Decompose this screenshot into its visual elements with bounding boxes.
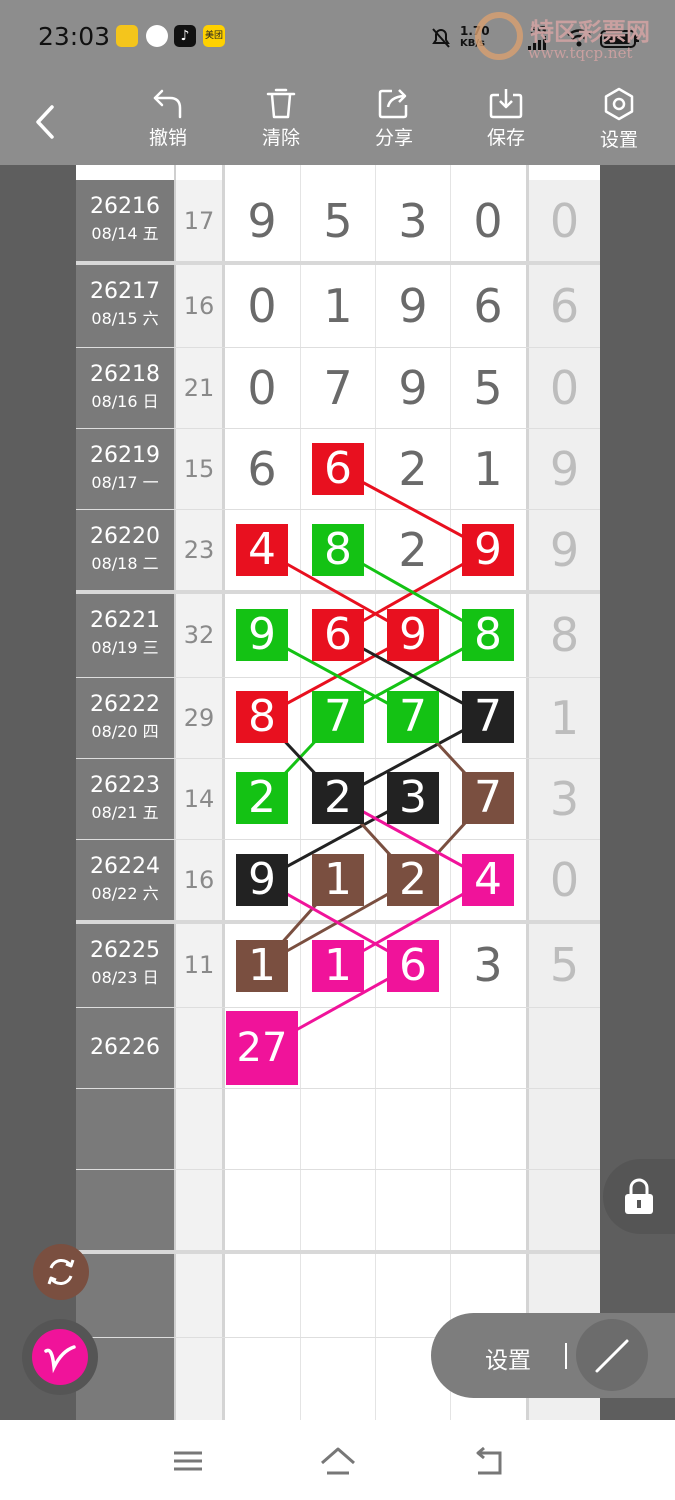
share-icon [378, 89, 408, 119]
highlight-digit[interactable]: 6 [312, 443, 364, 495]
highlight-digit[interactable]: 9 [236, 854, 288, 906]
clear-button[interactable]: 清除 [246, 85, 316, 157]
highlight-digit[interactable]: 9 [387, 609, 439, 661]
highlight-digit[interactable]: 2 [236, 772, 288, 824]
highlight-digit[interactable]: 7 [462, 691, 514, 743]
notification-app-icon [116, 25, 138, 47]
highlight-digit[interactable]: 8 [312, 524, 364, 576]
avatar-notification-icon [146, 25, 168, 47]
highlight-digit[interactable]: 1 [312, 940, 364, 992]
highlight-digit[interactable]: 4 [462, 854, 514, 906]
highlight-digit[interactable]: 6 [387, 940, 439, 992]
highlight-sum[interactable]: 27 [226, 1011, 298, 1085]
watermark-url: www.tqcp.net [528, 44, 633, 62]
undo-label: 撤销 [148, 127, 187, 149]
meituan-icon: 美团 [203, 25, 225, 47]
tiktok-icon: ♪ [174, 25, 196, 47]
share-label: 分享 [374, 127, 413, 149]
sync-icon [47, 1259, 75, 1285]
watermark-ring-icon [475, 12, 523, 60]
toolbar: 撤销 清除 分享 保存 设置 [0, 75, 675, 165]
menu-icon[interactable] [168, 1445, 208, 1477]
save-label: 保存 [486, 127, 525, 149]
highlight-digit[interactable]: 2 [312, 772, 364, 824]
settings-hexagon-icon [604, 87, 634, 121]
clear-label: 清除 [261, 127, 300, 149]
pen-button[interactable] [32, 1329, 88, 1385]
home-icon[interactable] [318, 1445, 358, 1477]
undo-icon [153, 89, 182, 119]
sync-button[interactable] [33, 1244, 89, 1300]
status-bar: 23:03 ♪ 美团 1.70 KB/s 5G 特区彩票网 www.tqcp.n… [0, 0, 675, 75]
system-navigation-bar [0, 1420, 675, 1500]
highlight-digit[interactable]: 7 [312, 691, 364, 743]
highlight-digit[interactable]: 7 [387, 691, 439, 743]
highlight-digit[interactable]: 8 [236, 691, 288, 743]
pill-divider [565, 1343, 567, 1369]
line-tool-button[interactable] [573, 1313, 651, 1398]
highlight-digit[interactable]: 6 [312, 609, 364, 661]
highlight-digit[interactable]: 2 [387, 854, 439, 906]
trash-icon [266, 88, 296, 119]
settings-label: 设置 [599, 129, 638, 151]
back-arrow-icon[interactable] [30, 102, 60, 142]
lock-button[interactable] [603, 1159, 675, 1234]
save-button[interactable]: 保存 [471, 85, 541, 157]
highlight-digit[interactable]: 7 [462, 772, 514, 824]
settings-pill-label[interactable]: 设置 [485, 1341, 531, 1375]
highlight-digit[interactable]: 1 [312, 854, 364, 906]
pen-icon [44, 1345, 76, 1374]
status-time: 23:03 [38, 22, 111, 51]
download-icon [489, 89, 523, 119]
lottery-grid[interactable]: 26216 08/14 五 17 9 5 3 0 0 26217 08/15 六… [76, 165, 600, 1420]
settings-button[interactable]: 设置 [584, 85, 654, 157]
highlight-digit[interactable]: 4 [236, 524, 288, 576]
back-icon[interactable] [468, 1445, 508, 1477]
highlight-digit[interactable]: 1 [236, 940, 288, 992]
highlight-digit[interactable]: 3 [387, 772, 439, 824]
highlight-digit[interactable]: 9 [462, 524, 514, 576]
highlight-digit[interactable]: 9 [236, 609, 288, 661]
settings-pill: 设置 [431, 1313, 675, 1398]
watermark-title: 特区彩票网 [530, 17, 650, 46]
share-button[interactable]: 分享 [359, 85, 429, 157]
lock-icon [625, 1178, 653, 1214]
undo-button[interactable]: 撤销 [133, 85, 203, 157]
watermark-logo: 特区彩票网 www.tqcp.net [470, 10, 670, 70]
highlight-digit[interactable]: 8 [462, 609, 514, 661]
line-tool-icon [576, 1319, 648, 1391]
mute-bell-icon [432, 28, 450, 48]
